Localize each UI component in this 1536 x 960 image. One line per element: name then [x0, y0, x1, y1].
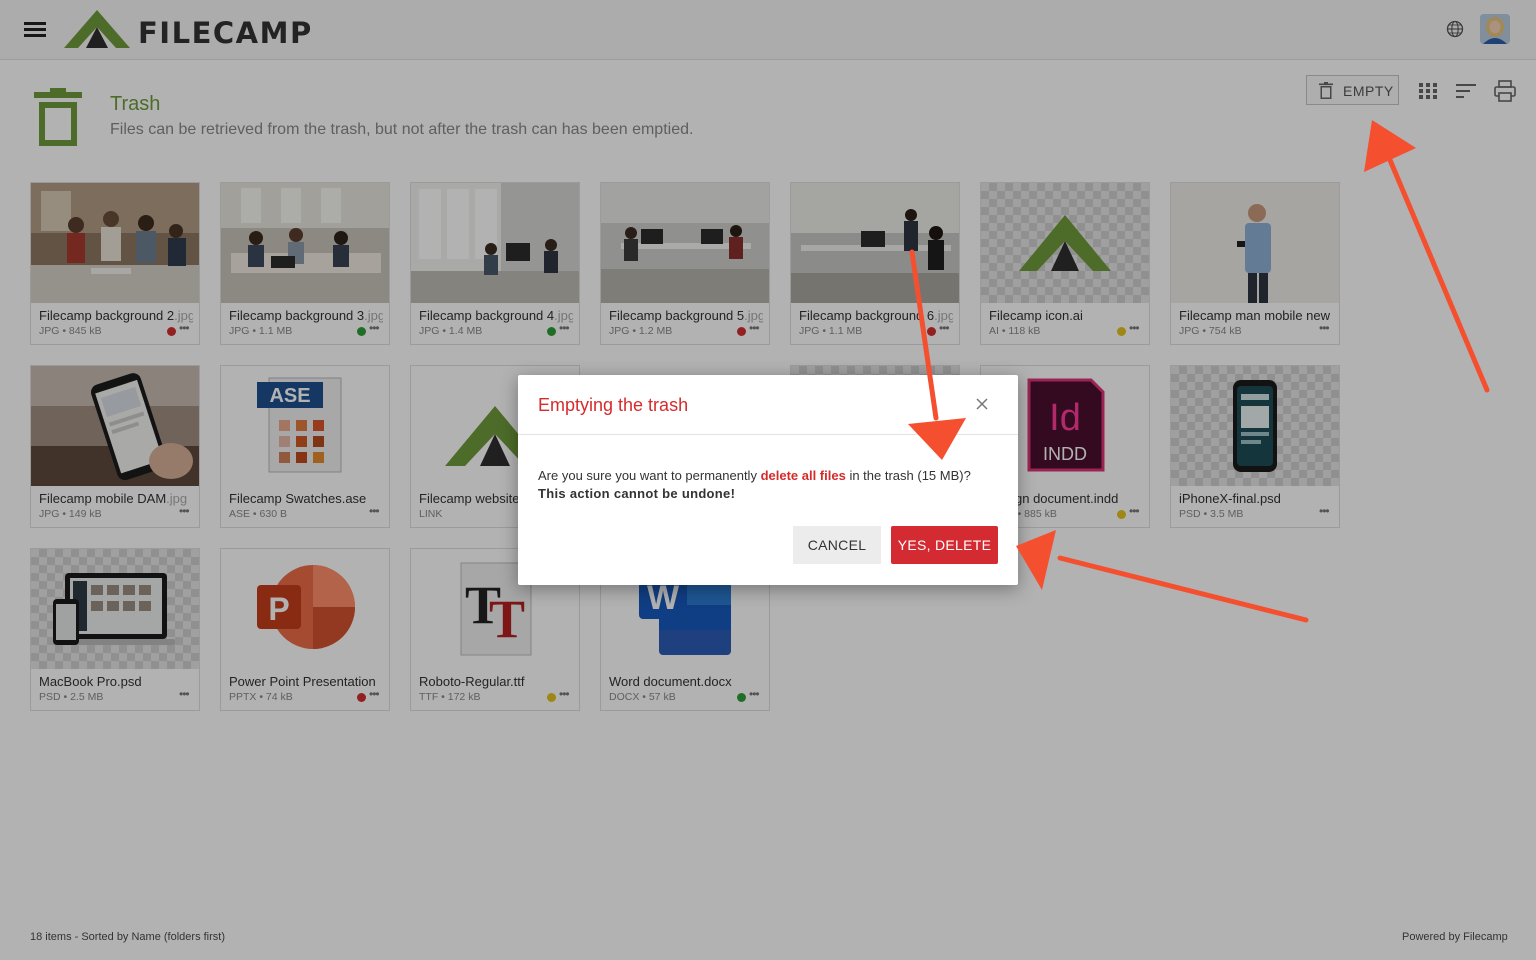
cancel-button[interactable]: CANCEL — [793, 526, 881, 564]
dialog-divider — [518, 434, 1018, 435]
dialog-title: Emptying the trash — [538, 395, 689, 415]
message-prefix: Are you sure you want to permanently — [538, 468, 761, 483]
powered-by-link[interactable]: Powered by Filecamp — [1402, 931, 1508, 943]
message-warning: This action cannot be undone! — [538, 486, 736, 501]
status-bar-text: 18 items - Sorted by Name (folders first… — [30, 931, 226, 943]
dialog-message: Are you sure you want to permanently del… — [538, 467, 998, 503]
confirm-delete-button[interactable]: YES, DELETE — [891, 526, 998, 564]
empty-trash-dialog: Emptying the trash Are you sure you want… — [518, 375, 1018, 585]
message-suffix: in the trash (15 MB)? — [845, 468, 971, 483]
message-emphasis: delete all files — [760, 468, 846, 483]
close-icon[interactable] — [974, 396, 990, 412]
